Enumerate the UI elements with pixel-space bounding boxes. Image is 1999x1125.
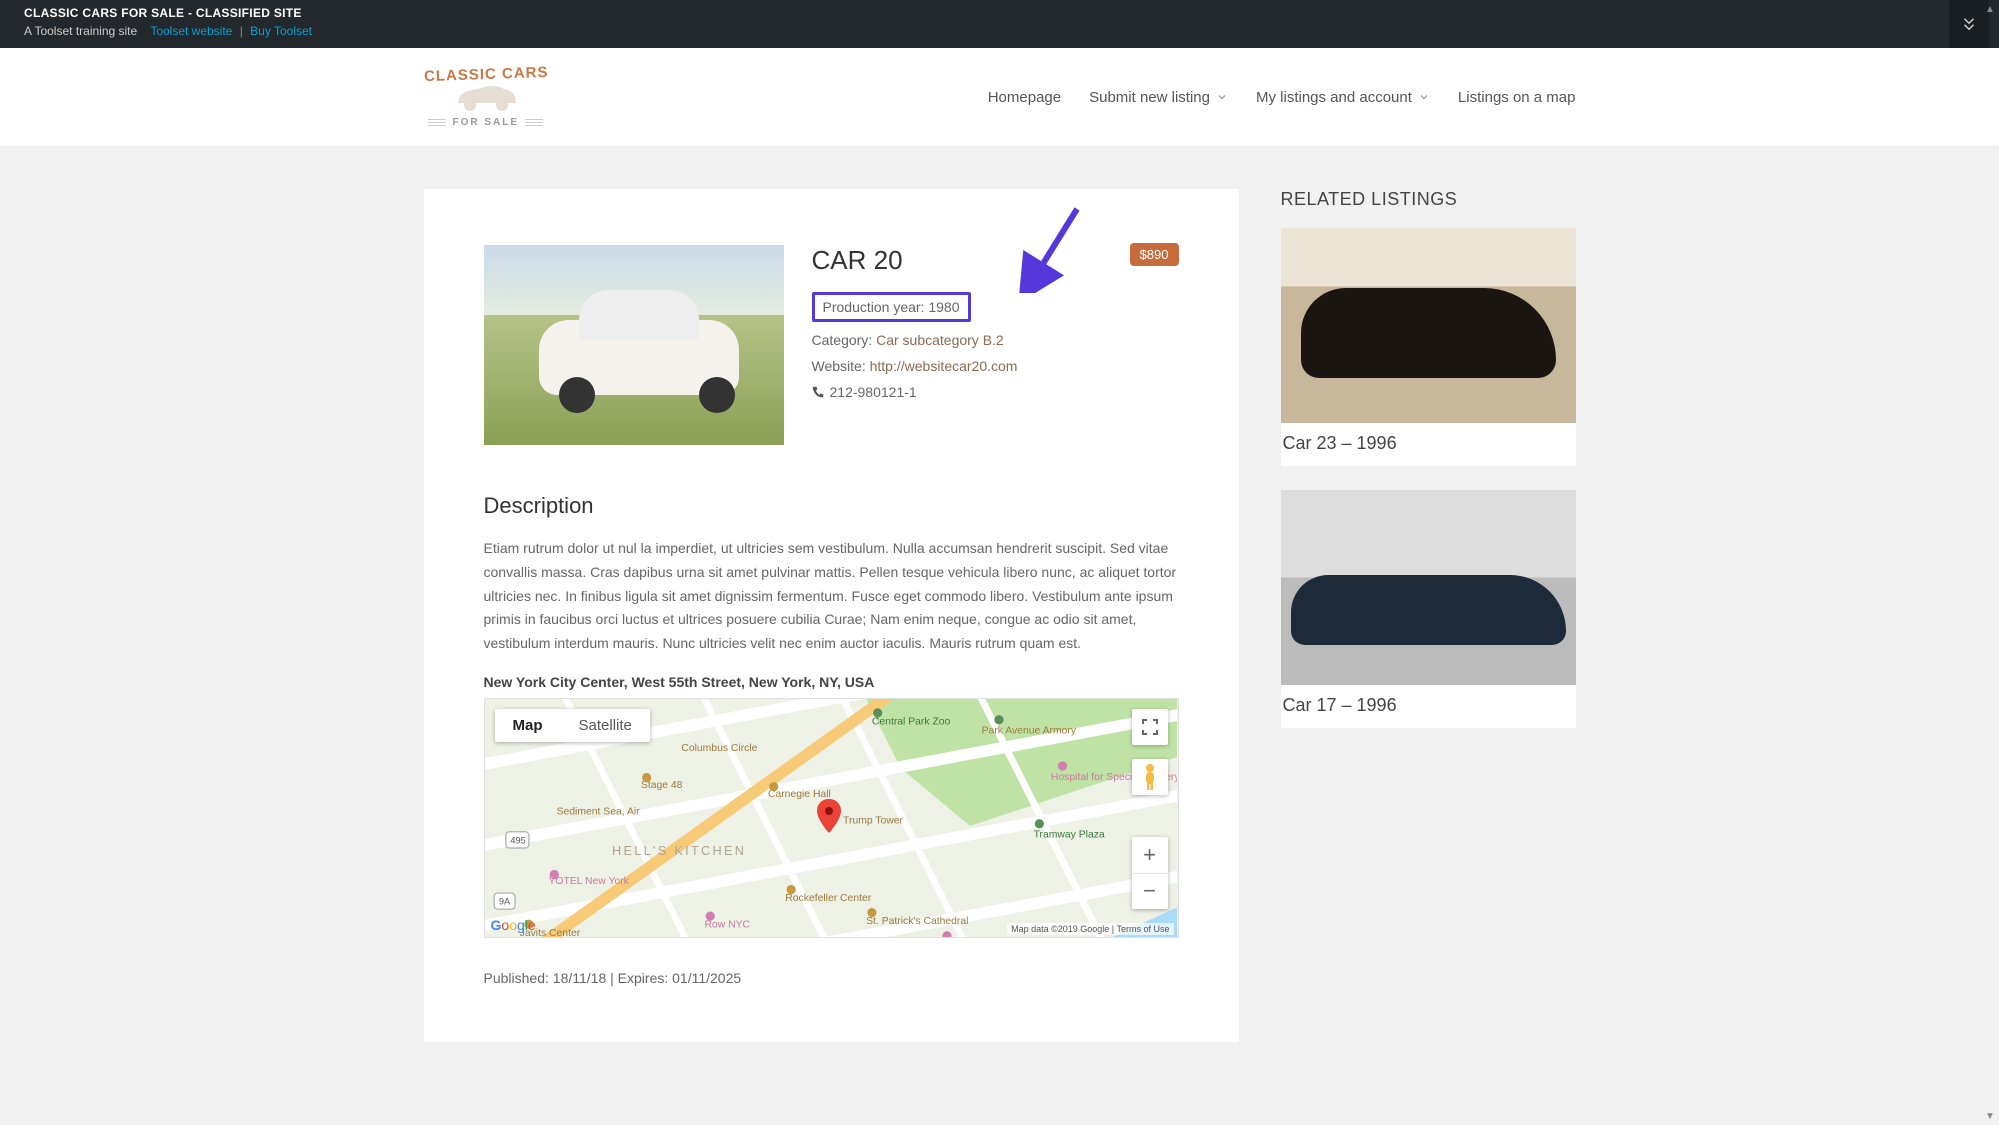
svg-text:9A: 9A: [498, 897, 510, 907]
phone-icon: [812, 386, 824, 398]
description-heading: Description: [484, 493, 1179, 519]
price-badge: $890: [1130, 243, 1179, 266]
svg-text:Central Park Zoo: Central Park Zoo: [871, 716, 950, 727]
map-widget[interactable]: Central Park Zoo Carnegie Hall Columbus …: [484, 698, 1179, 938]
related-title: Car 23 – 1996: [1281, 423, 1576, 466]
related-thumb: [1281, 490, 1576, 685]
nav-my-listings[interactable]: My listings and account: [1256, 89, 1430, 106]
map-google-logo[interactable]: Google: [491, 917, 536, 933]
scroll-down-icon[interactable]: ▼: [1983, 1109, 1997, 1123]
car-icon: [450, 79, 522, 113]
listing-address: New York City Center, West 55th Street, …: [484, 674, 1179, 690]
svg-text:Rockefeller Center: Rockefeller Center: [785, 893, 871, 904]
svg-text:St. Patrick's Cathedral: St. Patrick's Cathedral: [866, 916, 968, 927]
chevrons-down-icon: [1960, 15, 1978, 33]
field-phone: 212-980121-1: [812, 384, 1179, 400]
map-type-satellite[interactable]: Satellite: [561, 709, 650, 742]
listing-title: CAR 20: [812, 245, 1179, 276]
adminbar-link-toolset[interactable]: Toolset website: [150, 24, 232, 38]
svg-text:Row NYC: Row NYC: [704, 920, 750, 931]
nav-listings-map[interactable]: Listings on a map: [1458, 89, 1576, 106]
adminbar-subtitle: A Toolset training site Toolset website …: [24, 24, 1975, 38]
field-production-year: Production year: 1980: [812, 292, 971, 322]
svg-text:HELL'S KITCHEN: HELL'S KITCHEN: [612, 844, 746, 858]
svg-text:Park Avenue Armory: Park Avenue Armory: [981, 726, 1076, 737]
map-type-switch: Map Satellite: [495, 709, 650, 742]
site-header: CLASSIC CARS FOR SALE Homepage Submit ne…: [0, 48, 1999, 147]
related-heading: RELATED LISTINGS: [1281, 189, 1576, 210]
chevron-down-icon: [1418, 91, 1430, 103]
nav-homepage[interactable]: Homepage: [988, 89, 1061, 106]
map-type-map[interactable]: Map: [495, 709, 561, 742]
category-link[interactable]: Car subcategory B.2: [876, 332, 1004, 348]
scroll-up-icon[interactable]: ▲: [1983, 2, 1997, 16]
map-zoom-controls: + −: [1132, 837, 1168, 909]
related-title: Car 17 – 1996: [1281, 685, 1576, 728]
field-website: Website: http://websitecar20.com: [812, 358, 1179, 374]
svg-text:YOTEL New York: YOTEL New York: [548, 876, 629, 887]
related-thumb: [1281, 228, 1576, 423]
field-category: Category: Car subcategory B.2: [812, 332, 1179, 348]
logo-text-tag: FOR SALE: [428, 117, 543, 128]
sidebar: RELATED LISTINGS Car 23 – 1996 Car 17 – …: [1281, 189, 1576, 1042]
svg-text:Sediment Sea, Air: Sediment Sea, Air: [556, 806, 640, 817]
description-body: Etiam rutrum dolor ut nul la imperdiet, …: [484, 537, 1179, 656]
chevron-down-icon: [1216, 91, 1228, 103]
svg-text:495: 495: [510, 835, 525, 845]
logo-text-top: CLASSIC CARS: [423, 64, 548, 85]
listing-meta: Published: 18/11/18 | Expires: 01/11/202…: [484, 970, 1179, 986]
related-item[interactable]: Car 23 – 1996: [1281, 228, 1576, 466]
map-fullscreen-button[interactable]: [1132, 709, 1168, 745]
nav-submit-listing[interactable]: Submit new listing: [1089, 89, 1228, 106]
related-item[interactable]: Car 17 – 1996: [1281, 490, 1576, 728]
site-logo[interactable]: CLASSIC CARS FOR SALE: [424, 66, 549, 128]
admin-bar: CLASSIC CARS FOR SALE - CLASSIFIED SITE …: [0, 0, 1999, 48]
map-attribution: Map data ©2019 GoogleTerms of Use: [1007, 923, 1173, 935]
pegman-icon: [1141, 763, 1159, 791]
listing-content: $890 CAR 20 Production year: 1980 Catego…: [424, 189, 1239, 1042]
fullscreen-icon: [1142, 719, 1158, 735]
map-zoom-in[interactable]: +: [1132, 837, 1168, 873]
svg-text:Trump Tower: Trump Tower: [843, 816, 904, 827]
website-link[interactable]: http://websitecar20.com: [870, 358, 1018, 374]
listing-image[interactable]: [484, 245, 784, 445]
map-pin-icon: [817, 799, 841, 833]
map-streetview-button[interactable]: [1132, 759, 1168, 795]
svg-text:Tramway Plaza: Tramway Plaza: [1033, 830, 1104, 841]
adminbar-title: CLASSIC CARS FOR SALE - CLASSIFIED SITE: [24, 6, 1975, 20]
map-zoom-out[interactable]: −: [1132, 873, 1168, 909]
main-nav: Homepage Submit new listing My listings …: [988, 89, 1576, 106]
adminbar-link-buy[interactable]: Buy Toolset: [250, 24, 312, 38]
map-terms-link[interactable]: Terms of Use: [1109, 924, 1169, 934]
svg-text:Columbus Circle: Columbus Circle: [681, 743, 757, 754]
